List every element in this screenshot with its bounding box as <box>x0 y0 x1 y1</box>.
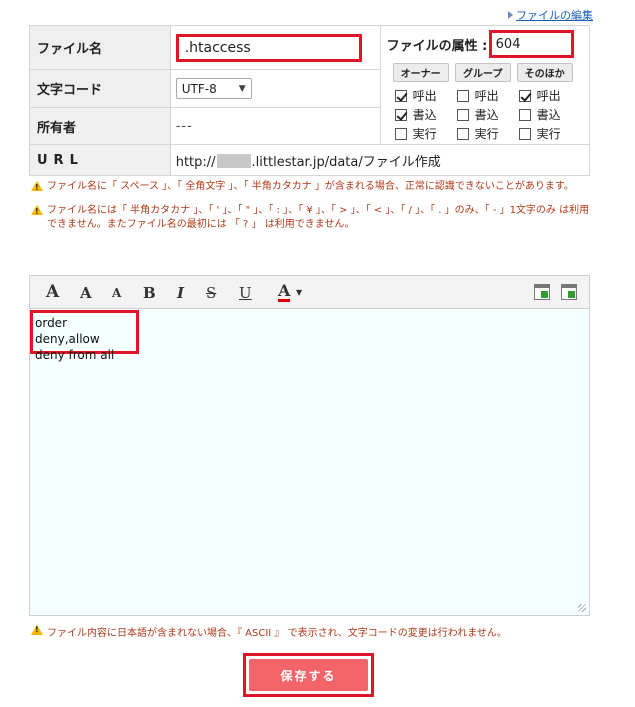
owner-write-checkbox[interactable] <box>394 108 407 121</box>
code-content: order deny,allow deny from all <box>30 310 139 362</box>
font-size-large-button[interactable]: A <box>46 282 59 302</box>
editor-toolbar: A A A B I S U A ▼ <box>30 276 589 309</box>
group-exec-checkbox[interactable] <box>456 127 469 140</box>
permission-grid: オーナー グループ そのほか 呼出 呼出 呼出 書込 書込 書込 実行 実行 実… <box>392 63 583 143</box>
owner-read-checkbox[interactable] <box>394 89 407 102</box>
group-read-checkbox[interactable] <box>456 89 469 102</box>
other-read-checkbox[interactable] <box>518 89 531 102</box>
encoding-select[interactable]: UTF-8 ▼ <box>175 78 252 99</box>
other-write-checkbox[interactable] <box>518 108 531 121</box>
file-settings-table: ファイル名 .htaccess ファイルの属性 : 604 オーナー グループ … <box>29 25 591 176</box>
note-filename-chars: ファイル名に「 スペース 」、「 全角文字 」、「 半角カタカナ 」が含まれる場… <box>31 180 591 195</box>
file-attributes-panel: ファイルの属性 : 604 オーナー グループ そのほか 呼出 呼出 呼出 書込… <box>379 25 591 145</box>
content-textarea[interactable]: order deny,allow deny from all <box>30 310 589 615</box>
owner-header[interactable]: オーナー <box>392 63 449 82</box>
warning-icon <box>31 181 43 195</box>
download-icon[interactable] <box>534 284 550 300</box>
masked-domain <box>216 153 251 168</box>
upload-icon[interactable] <box>561 284 577 300</box>
filename-notes: ファイル名に「 スペース 」、「 全角文字 」、「 半角カタカナ 」が含まれる場… <box>31 180 591 242</box>
group-write-checkbox[interactable] <box>456 108 469 121</box>
font-size-small-button[interactable]: A <box>112 286 121 300</box>
font-size-medium-button[interactable]: A <box>80 284 92 302</box>
arrow-right-icon <box>508 11 513 19</box>
save-button-highlight: 保存する <box>243 653 374 697</box>
chevron-down-icon: ▼ <box>238 83 246 94</box>
owner-value: --- <box>169 107 381 145</box>
underline-button[interactable]: U <box>239 284 252 302</box>
url-value: http://.littlestar.jp/data/ファイル作成 <box>169 144 591 176</box>
italic-button[interactable]: I <box>177 284 184 302</box>
other-exec-checkbox[interactable] <box>518 127 531 140</box>
resize-handle[interactable] <box>578 604 586 612</box>
strikethrough-button[interactable]: S <box>206 284 216 302</box>
save-button[interactable]: 保存する <box>249 659 368 691</box>
filename-input[interactable]: .htaccess <box>175 33 362 62</box>
note-ascii: ファイル内容に日本語が含まれない場合、『 ASCII 』 で表示され、文字コード… <box>31 624 507 639</box>
bold-button[interactable]: B <box>143 284 156 302</box>
warning-icon <box>31 205 43 219</box>
warning-icon <box>31 625 43 636</box>
text-color-button[interactable]: A <box>278 283 291 302</box>
other-header[interactable]: そのほか <box>516 63 573 82</box>
group-header[interactable]: グループ <box>454 63 511 82</box>
edit-file-link[interactable]: ファイルの編集 <box>508 7 593 23</box>
encoding-label: 文字コード <box>29 69 171 108</box>
file-attributes-label: ファイルの属性 : <box>386 39 488 54</box>
caret-down-icon[interactable]: ▼ <box>296 288 302 297</box>
owner-label: 所有者 <box>29 107 171 145</box>
content-editor: A A A B I S U A ▼ order deny,allow deny … <box>29 275 590 616</box>
permission-input[interactable]: 604 <box>488 30 574 58</box>
url-label: URL <box>29 144 171 176</box>
filename-label: ファイル名 <box>29 25 171 70</box>
note-filename-forbidden: ファイル名には「 半角カタカナ 」、「 ' 」、「 " 」、「 : 」、「 ¥ … <box>31 204 591 232</box>
owner-exec-checkbox[interactable] <box>394 127 407 140</box>
